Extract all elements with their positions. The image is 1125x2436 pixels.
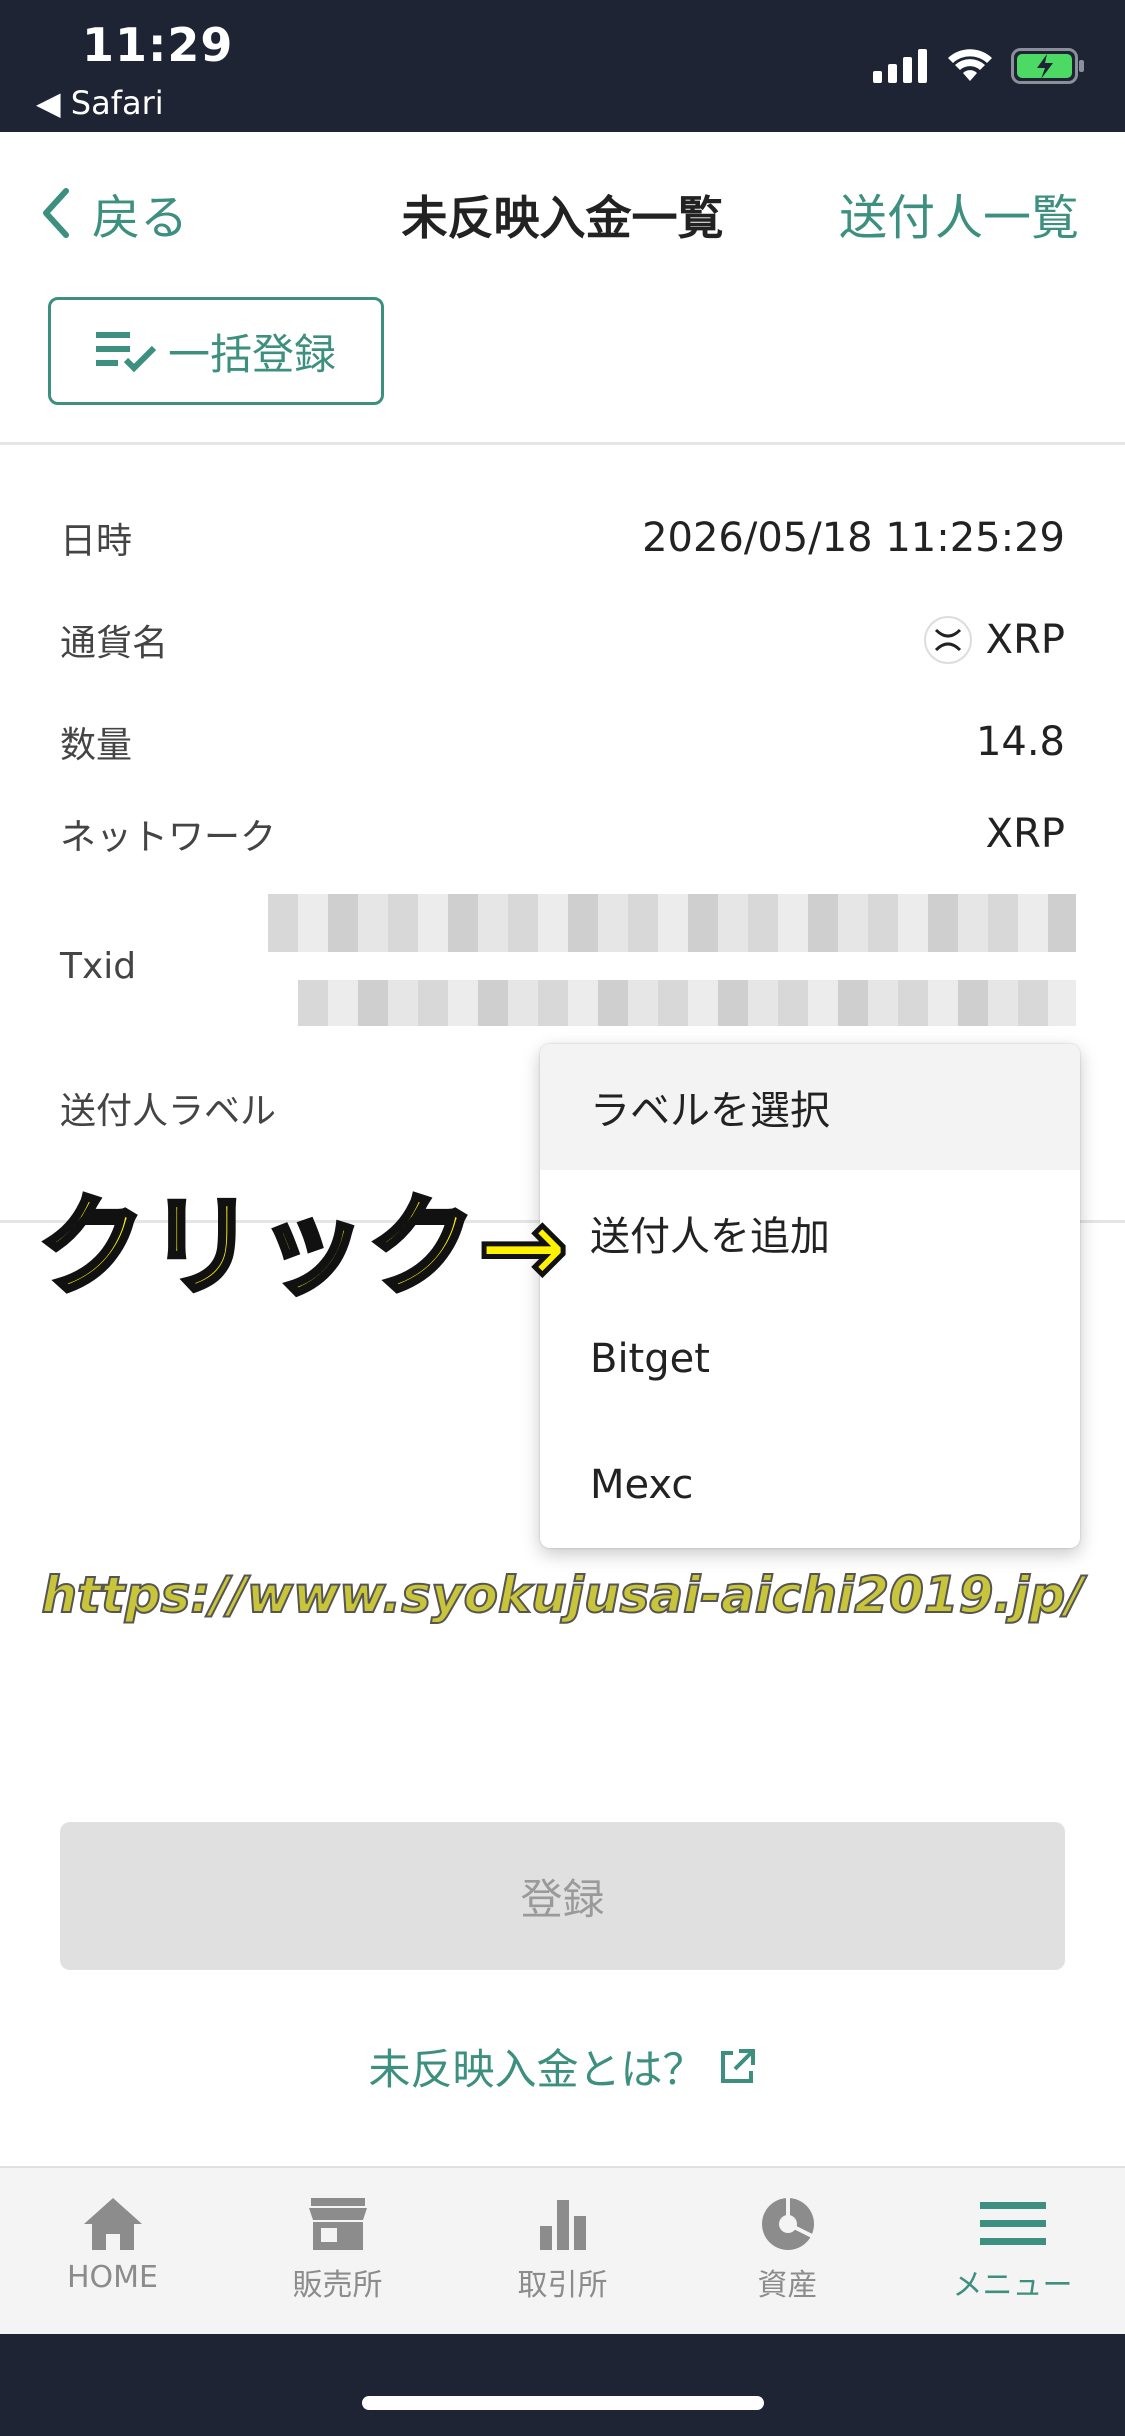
home-indicator[interactable] — [362, 2396, 764, 2410]
watermark-url: https://www.syokujusai-aichi2019.jp/ — [40, 1565, 1084, 1625]
pie-chart-icon — [761, 2196, 814, 2250]
click-annotation: クリック→ — [36, 1160, 571, 1316]
store-icon — [308, 2198, 367, 2250]
home-icon — [83, 2198, 142, 2250]
menu-icon — [979, 2202, 1046, 2245]
tab-assets[interactable]: 資産 — [675, 2168, 900, 2334]
dropdown-option-add-sender[interactable]: 送付人を追加 — [540, 1170, 1080, 1296]
sender-label-label: 送付人ラベル — [60, 1091, 277, 1132]
bulk-register-button[interactable]: 一括登録 — [48, 297, 384, 405]
currency-value-wrap: XRP — [923, 616, 1065, 664]
status-icons — [873, 48, 1085, 84]
txid-value-blurred-2 — [298, 980, 1076, 1026]
txid-value-blurred — [268, 894, 1076, 952]
sender-label-dropdown[interactable]: ラベルを選択 送付人を追加 Bitget Mexc — [540, 1044, 1080, 1548]
tab-home[interactable]: HOME — [0, 2168, 225, 2334]
network-label: ネットワーク — [60, 817, 277, 858]
datetime-value: 2026/05/18 11:25:29 — [642, 515, 1065, 561]
tab-exchange[interactable]: 取引所 — [450, 2168, 675, 2334]
home-indicator-area — [0, 2334, 1125, 2436]
bar-chart-icon — [539, 2200, 586, 2250]
datetime-label: 日時 — [60, 521, 133, 562]
signal-icon — [873, 49, 927, 83]
tab-home-label: HOME — [66, 2260, 158, 2295]
xrp-icon — [923, 616, 972, 664]
txid-label: Txid — [60, 946, 137, 987]
currency-row: 通貨名 XRP — [60, 614, 1065, 666]
battery-charging-icon — [1011, 48, 1084, 84]
network-row: ネットワーク XRP — [60, 808, 1065, 860]
dropdown-option-select-label[interactable]: ラベルを選択 — [540, 1044, 1080, 1170]
currency-value: XRP — [985, 617, 1065, 663]
wifi-icon — [948, 49, 992, 81]
status-time: 11:29 — [82, 18, 234, 72]
status-bar: 11:29 ◀ Safari — [0, 0, 1125, 132]
tab-exchange-label: 取引所 — [517, 2268, 608, 2303]
dropdown-option-mexc[interactable]: Mexc — [540, 1422, 1080, 1548]
currency-label: 通貨名 — [60, 623, 169, 664]
register-button[interactable]: 登録 — [60, 1822, 1065, 1970]
quantity-label: 数量 — [60, 725, 133, 766]
bottom-tab-bar: HOME 販売所 取引所 資産 メニュー — [0, 2166, 1125, 2334]
tab-store[interactable]: 販売所 — [225, 2168, 450, 2334]
external-link-icon — [720, 2048, 755, 2083]
tab-assets-label: 資産 — [757, 2268, 818, 2303]
datetime-row: 日時 2026/05/18 11:25:29 — [60, 512, 1065, 564]
tab-menu-label: メニュー — [952, 2268, 1073, 2303]
bulk-register-label: 一括登録 — [167, 329, 336, 379]
info-link-label: 未反映入金とは？ — [368, 2045, 705, 2094]
quantity-value: 14.8 — [975, 719, 1065, 765]
nav-bar: 戻る 未反映入金一覧 送付人一覧 — [0, 132, 1125, 292]
click-annotation-text: クリック→ — [36, 1183, 571, 1313]
sender-list-link[interactable]: 送付人一覧 — [839, 178, 1079, 248]
back-to-safari-link[interactable]: ◀ Safari — [36, 84, 164, 122]
tab-store-label: 販売所 — [292, 2268, 383, 2303]
dropdown-option-bitget[interactable]: Bitget — [540, 1296, 1080, 1422]
divider — [0, 442, 1125, 445]
checklist-icon — [95, 332, 157, 373]
network-value: XRP — [985, 811, 1065, 857]
quantity-row: 数量 14.8 — [60, 716, 1065, 768]
tab-menu[interactable]: メニュー — [900, 2168, 1125, 2334]
what-is-unreflected-deposit-link[interactable]: 未反映入金とは？ — [0, 2036, 1125, 2097]
